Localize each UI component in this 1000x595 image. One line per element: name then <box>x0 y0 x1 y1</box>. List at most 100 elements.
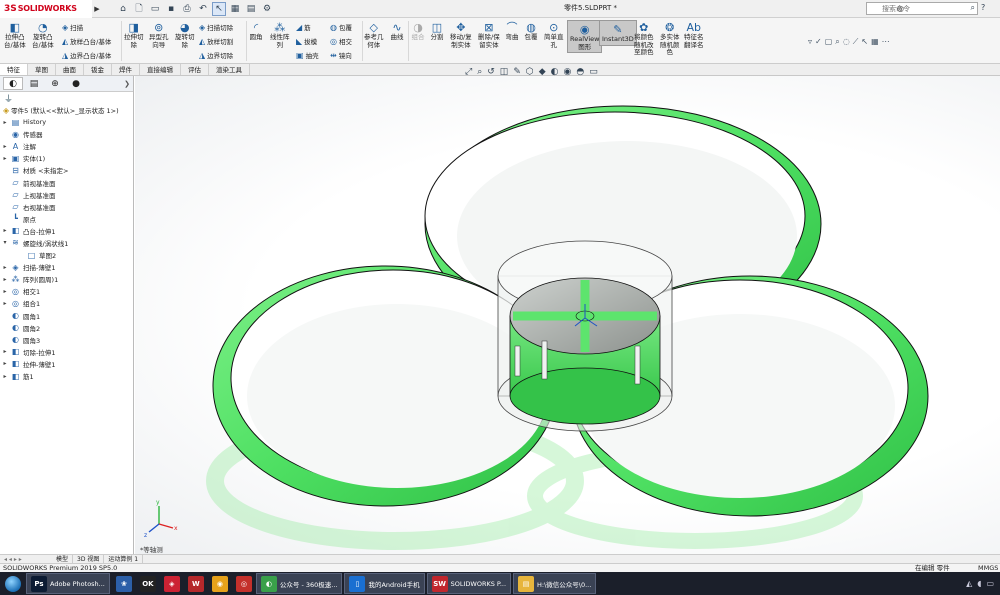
taskbar-app[interactable]: ❀ <box>112 573 136 594</box>
zoom-icon[interactable]: ⌕ <box>835 37 839 47</box>
realview-graphics-button[interactable]: ◉ RealView 图形 <box>567 20 603 53</box>
taskbar-app[interactable]: ◈ <box>160 573 184 594</box>
taskbar-app[interactable]: Ps Adobe Photosh... <box>26 573 110 594</box>
boundary-cut-button[interactable]: ◮ 边界切除 <box>199 50 233 61</box>
instant3d-button[interactable]: ✎ Instant3D <box>599 20 637 46</box>
tree-expand-icon[interactable]: ▸ <box>0 360 10 367</box>
search-input[interactable] <box>882 4 942 13</box>
tree-item[interactable]: ▸ ◈ 扫描-薄壁1 <box>0 261 133 273</box>
tree-item[interactable]: ◉ 传感器 <box>0 128 133 140</box>
taskbar-app[interactable]: OK <box>136 573 160 594</box>
wrap-feature-button[interactable]: ◍ 包覆 <box>524 20 538 42</box>
arrow-select-icon[interactable]: ↖ <box>861 37 868 47</box>
tray-network-icon[interactable]: ◭ <box>966 579 972 588</box>
tree-item[interactable]: ▸ ◎ 相交1 <box>0 285 133 297</box>
tree-expand-icon[interactable]: ▸ <box>0 348 10 355</box>
tree-expand-icon[interactable]: ▸ <box>0 143 10 150</box>
search-icon[interactable]: ⌕ <box>971 3 975 13</box>
home-icon[interactable]: ⌂ <box>116 2 130 16</box>
tree-item[interactable]: ▱ 上视基准面 <box>0 189 133 201</box>
revolve-boss-button[interactable]: ◔ 旋转凸 台/基体 <box>32 20 54 49</box>
taskbar-app[interactable]: W <box>184 573 208 594</box>
start-button[interactable] <box>0 572 26 595</box>
feature-manager-tab-icon[interactable]: ◐ <box>3 77 23 90</box>
lasso-icon[interactable]: ◌ <box>843 37 850 47</box>
tab-sheet-metal[interactable]: 钣金 <box>84 64 112 75</box>
tree-item[interactable]: ▸ ▣ 实体(1) <box>0 152 133 164</box>
sweep-button[interactable]: ◈ 扫描 <box>62 22 83 33</box>
tree-item[interactable]: ⊟ 材质 <未指定> <box>0 164 133 176</box>
tree-expand-icon[interactable]: ▸ <box>0 227 10 234</box>
graphics-viewport[interactable]: y x z *等轴测 <box>135 76 1000 554</box>
tab-render-tools[interactable]: 渲染工具 <box>209 64 250 75</box>
wrap-button[interactable]: ◍ 包覆 <box>330 22 352 33</box>
tab-direct-editing[interactable]: 直接编辑 <box>140 64 181 75</box>
tree-item[interactable]: ▾ ≋ 螺旋线/涡状线1 <box>0 237 133 249</box>
curves-button[interactable]: ∿ 曲线 <box>390 20 404 42</box>
undo-icon[interactable]: ↶ <box>196 2 210 16</box>
toolbar-more-icon[interactable]: ⋯ <box>882 37 890 47</box>
taskbar-app[interactable]: ◐ 公众号 - 360极速... <box>255 573 343 594</box>
command-search-box[interactable]: ◎ ⌕ <box>866 2 978 15</box>
save-icon[interactable]: ▪ <box>164 2 178 16</box>
tree-item[interactable]: ┗ 原点 <box>0 213 133 225</box>
move-copy-body-button[interactable]: ✥ 移动/复 制实体 <box>450 20 472 49</box>
mirror-button[interactable]: ⇹ 镜向 <box>330 50 352 61</box>
tab-evaluate[interactable]: 评估 <box>181 64 209 75</box>
intersect-button[interactable]: ◎ 相交 <box>330 36 352 47</box>
green-hub[interactable] <box>509 277 661 425</box>
extrude-cut-button[interactable]: ◨ 拉伸切 除 <box>124 20 144 49</box>
solidworks-logo[interactable]: 3S SOLIDWORKS <box>0 0 92 18</box>
reference-geometry-button[interactable]: ◇ 参考几 何体 <box>364 20 384 49</box>
taskbar-app[interactable]: ◎ <box>232 573 256 594</box>
tree-item[interactable]: ◐ 圆角3 <box>0 334 133 346</box>
selection-icon[interactable]: ✓ <box>815 37 822 47</box>
tree-expand-icon[interactable]: ▸ <box>0 373 10 380</box>
open-folder-icon[interactable]: ▭ <box>148 2 162 16</box>
menu-expand-icon[interactable]: ▶ <box>92 5 102 13</box>
panel-next-icon[interactable]: ❯ <box>124 80 130 88</box>
view-grid-icon[interactable]: ▦ <box>871 37 879 47</box>
filter-icon[interactable]: ▿ <box>808 37 812 47</box>
select-arrow-icon[interactable]: ↖ <box>212 1 226 16</box>
taskbar-app[interactable]: ◉ <box>208 573 232 594</box>
extrude-boss-button[interactable]: ◧ 拉伸凸 台/基体 <box>4 20 26 49</box>
tray-volume-icon[interactable]: ◖ <box>977 579 981 588</box>
tray-notifications-icon[interactable]: ▭ <box>986 579 994 588</box>
tree-item[interactable]: ▱ 右视基准面 <box>0 201 133 213</box>
boundary-boss-button[interactable]: ◮ 边界凸台/基体 <box>62 50 111 61</box>
taskbar-app[interactable]: ▯ 我的Android手机 <box>344 573 425 594</box>
combine-button[interactable]: ◑ 组合 <box>411 20 425 42</box>
multi-body-color-button[interactable]: ❂ 多实体 随机颜 色 <box>660 20 680 57</box>
lofted-cut-button[interactable]: ◭ 放样切割 <box>199 36 233 47</box>
display-manager-tab-icon[interactable]: ● <box>66 77 86 90</box>
draft-button[interactable]: ◣ 拔模 <box>296 36 317 47</box>
new-document-icon[interactable]: 🗋 <box>132 2 146 16</box>
random-color-button[interactable]: ✿ 将颜色 随机改 至颜色 <box>634 20 654 57</box>
tree-expand-icon[interactable]: ▸ <box>0 276 10 283</box>
split-button[interactable]: ◫ 分割 <box>430 20 444 42</box>
tab-surfaces[interactable]: 曲面 <box>56 64 84 75</box>
tree-item[interactable]: ▱ 前视基准面 <box>0 176 133 188</box>
property-manager-tab-icon[interactable]: ▤ <box>24 77 44 90</box>
tree-item[interactable]: ▸ ▤ History <box>0 116 133 128</box>
tree-root-part[interactable]: ◈ 零件5 (默认<<默认>_显示状态 1>) <box>0 104 133 116</box>
feature-rename-button[interactable]: Ab 特征名 翻译名 <box>684 20 704 49</box>
tree-item[interactable]: ▸ ◧ 切除-拉伸1 <box>0 346 133 358</box>
simple-hole-button[interactable]: ⊙ 简单直 孔 <box>544 20 564 49</box>
tree-expand-icon[interactable]: ▸ <box>0 155 10 162</box>
tree-item[interactable]: ▸ ◎ 组合1 <box>0 297 133 309</box>
tree-item[interactable]: ▸ A 注解 <box>0 140 133 152</box>
tree-item[interactable]: ◐ 圆角2 <box>0 322 133 334</box>
options-gear-icon[interactable]: ⚙ <box>260 2 274 16</box>
configuration-manager-tab-icon[interactable]: ⊕ <box>45 77 65 90</box>
select-box-icon[interactable]: ▢ <box>825 37 833 47</box>
tree-expand-icon[interactable]: ▸ <box>0 288 10 295</box>
fillet-button[interactable]: ◜ 圆角 <box>249 20 263 42</box>
tree-item[interactable]: □ 草图2 <box>0 249 133 261</box>
loft-button[interactable]: ◭ 放样凸台/基体 <box>62 36 111 47</box>
shell-button[interactable]: ▣ 抽壳 <box>296 50 319 61</box>
flex-button[interactable]: ⌒ 弯曲 <box>505 20 519 42</box>
model-canvas[interactable]: y x z <box>135 76 1000 554</box>
tab-features[interactable]: 特征 <box>0 64 28 75</box>
